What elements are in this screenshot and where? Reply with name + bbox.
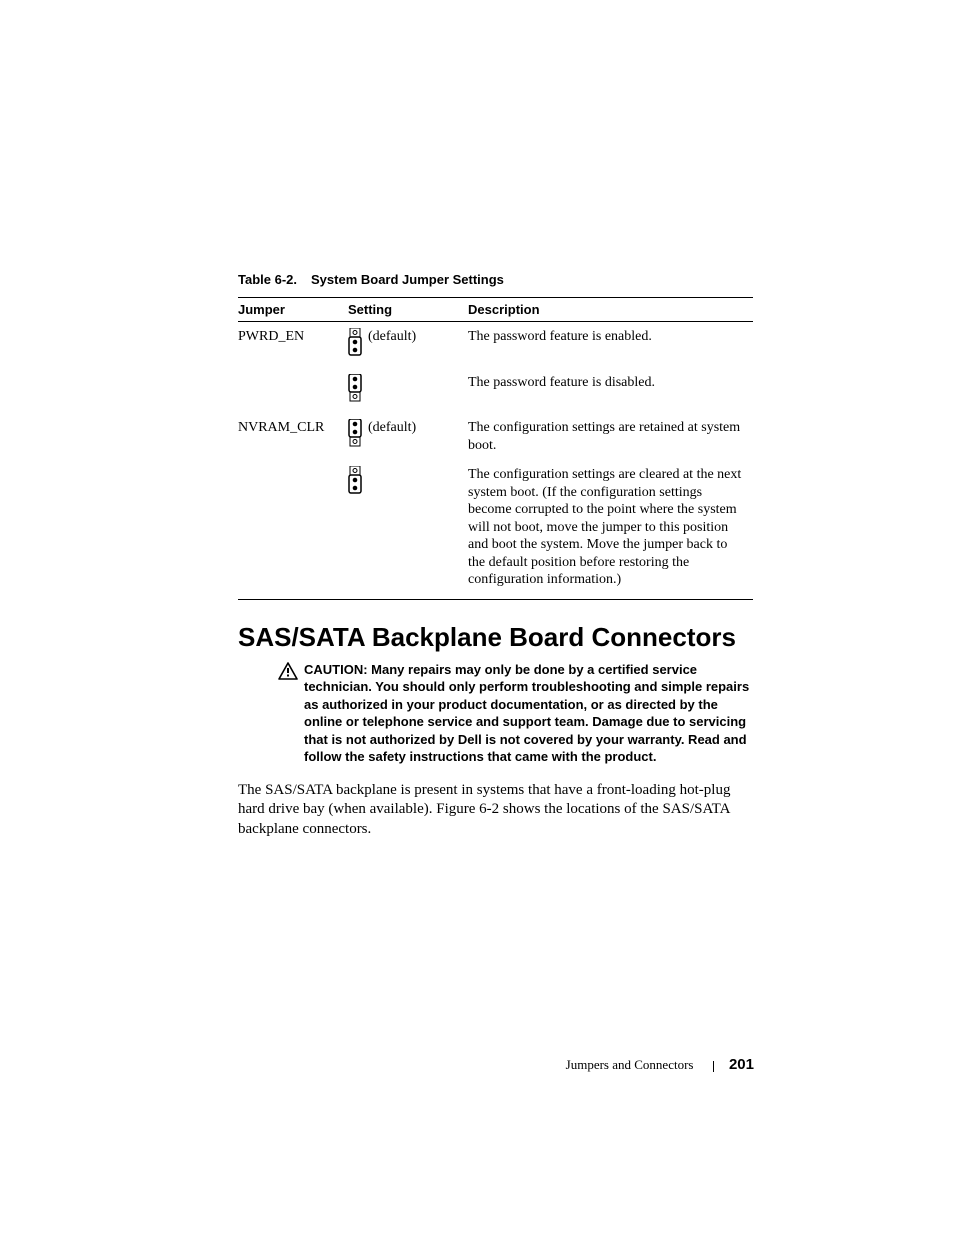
cell-setting: (default): [348, 322, 468, 368]
setting-label: (default): [368, 419, 416, 437]
caution-text: CAUTION: Many repairs may only be done b…: [304, 661, 753, 766]
jumper-pin-icon: [348, 419, 362, 447]
caution-icon: [278, 662, 298, 685]
cell-desc: The configuration settings are retained …: [468, 413, 753, 460]
cell-setting: (default): [348, 413, 468, 460]
jumper-table: Jumper Setting Description PWRD_EN: [238, 297, 753, 600]
footer-separator: [713, 1061, 714, 1072]
caution-block: CAUTION: Many repairs may only be done b…: [238, 661, 753, 766]
table-caption: Table 6-2. System Board Jumper Settings: [238, 272, 753, 287]
table-row: PWRD_EN (default): [238, 322, 753, 368]
cell-setting: [348, 368, 468, 414]
jumper-pin-icon: [348, 466, 362, 494]
jumper-pin-icon: [348, 374, 362, 402]
cell-desc: The configuration settings are cleared a…: [468, 460, 753, 599]
th-jumper: Jumper: [238, 298, 348, 322]
cell-jumper: [238, 368, 348, 414]
table-title: System Board Jumper Settings: [311, 272, 504, 287]
cell-desc: The password feature is disabled.: [468, 368, 753, 414]
caution-body: Many repairs may only be done by a certi…: [304, 662, 749, 765]
table-number: Table 6-2.: [238, 272, 297, 287]
setting-label: (default): [368, 328, 416, 346]
cell-jumper: NVRAM_CLR: [238, 413, 348, 460]
th-description: Description: [468, 298, 753, 322]
th-setting: Setting: [348, 298, 468, 322]
page-footer: Jumpers and Connectors 201: [0, 1056, 754, 1073]
footer-page-number: 201: [729, 1056, 754, 1073]
body-paragraph: The SAS/SATA backplane is present in sys…: [238, 781, 753, 840]
cell-setting: [348, 460, 468, 599]
jumper-pin-icon: [348, 328, 362, 356]
table-row: The configuration settings are cleared a…: [238, 460, 753, 599]
cell-jumper: [238, 460, 348, 599]
table-row: The password feature is disabled.: [238, 368, 753, 414]
page-content: Table 6-2. System Board Jumper Settings J…: [238, 272, 753, 854]
table-header-row: Jumper Setting Description: [238, 298, 753, 322]
section-heading: SAS/SATA Backplane Board Connectors: [238, 622, 753, 653]
cell-jumper: PWRD_EN: [238, 322, 348, 368]
caution-label: CAUTION:: [304, 662, 368, 677]
footer-section: Jumpers and Connectors: [566, 1057, 694, 1072]
cell-desc: The password feature is enabled.: [468, 322, 753, 368]
table-row: NVRAM_CLR (default): [238, 413, 753, 460]
